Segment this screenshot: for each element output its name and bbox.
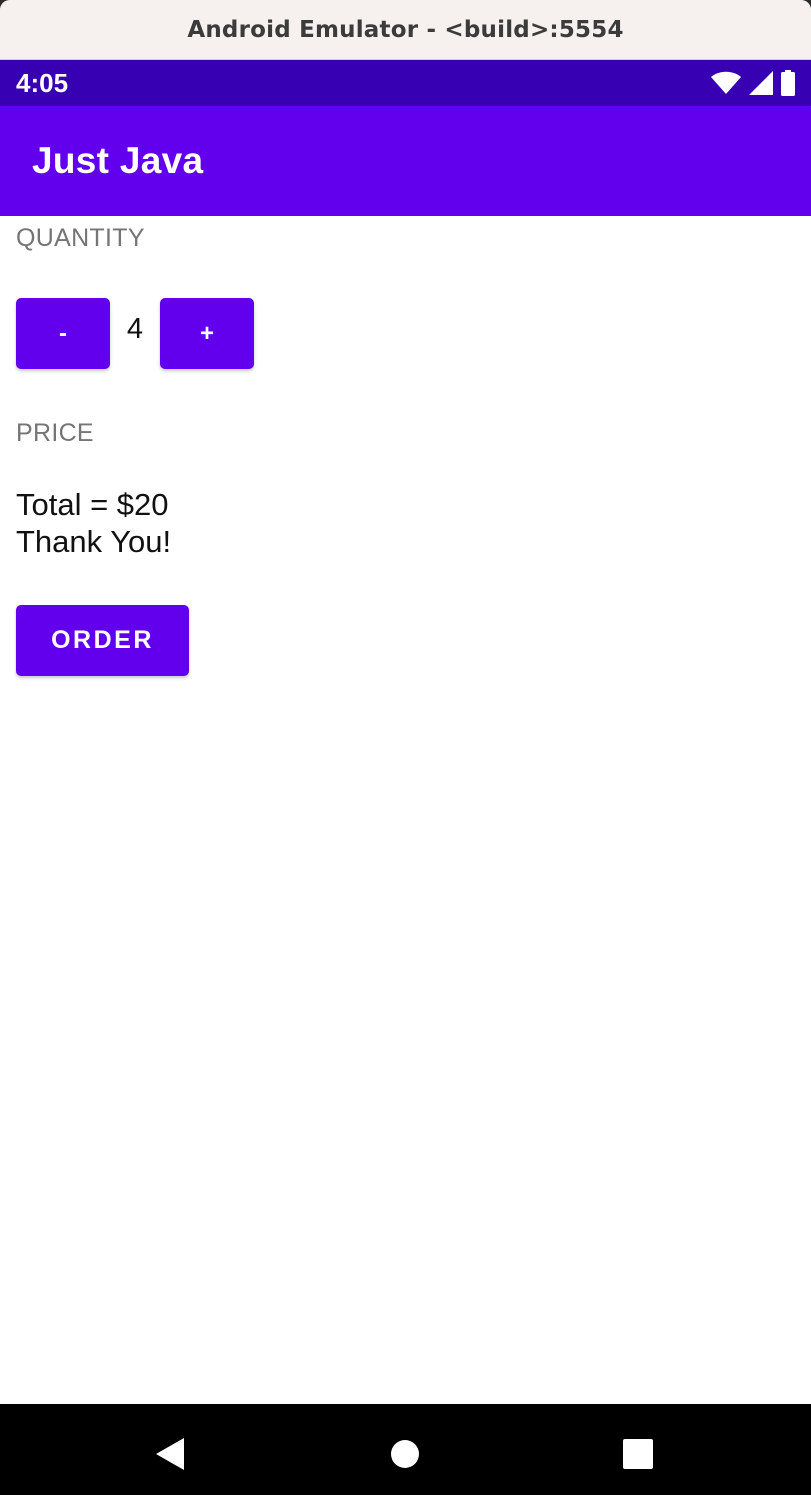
price-label: PRICE [16,419,94,447]
navigation-bar [0,1404,811,1495]
app-title: Just Java [32,140,204,181]
decrement-button[interactable]: - [16,298,110,369]
window-title-bar[interactable]: Android Emulator - <build>:5554 [0,0,811,60]
quantity-value: 4 [126,313,144,345]
status-bar: 4:05 [0,60,811,106]
emulator-window: Android Emulator - <build>:5554 4:05 Jus… [0,0,811,1495]
home-icon[interactable] [385,1434,425,1474]
battery-icon [781,70,795,96]
back-icon[interactable] [150,1434,190,1474]
status-time: 4:05 [16,67,69,98]
recents-icon[interactable] [618,1434,658,1474]
increment-button[interactable]: + [160,298,254,369]
order-summary-total: Total = $20 [16,487,169,522]
cellular-signal-icon [749,71,773,95]
app-bar: Just Java [0,106,811,216]
order-summary-message: Thank You! [16,524,172,559]
quantity-label: QUANTITY [16,224,145,252]
order-button[interactable]: ORDER [16,605,189,676]
wifi-icon [711,71,741,94]
window-title: Android Emulator - <build>:5554 [187,16,624,43]
status-icons [711,70,795,96]
main-content: QUANTITY - 4 + PRICE Total = $20 Thank Y… [0,216,811,1404]
